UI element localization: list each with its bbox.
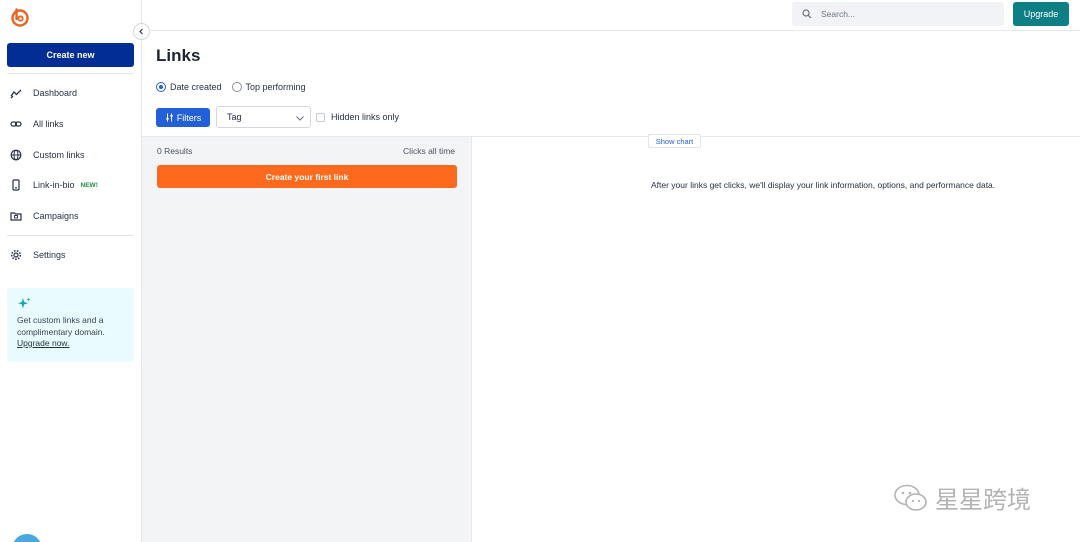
radio-date-created[interactable] <box>156 82 166 92</box>
sidebar-item-label: All links <box>33 119 64 129</box>
top-bar: Search... Upgrade <box>142 0 1080 31</box>
hidden-links-checkbox[interactable] <box>316 112 325 122</box>
promo-text: Get custom links and a complimentary dom… <box>17 315 105 337</box>
sidebar-divider <box>7 73 134 74</box>
folder-icon <box>10 212 22 221</box>
help-chat-bubble[interactable] <box>12 534 42 542</box>
filters-button[interactable]: Filters <box>156 108 210 127</box>
sidebar-item-settings[interactable]: Settings <box>10 245 66 265</box>
sidebar-item-label: Custom links <box>33 150 85 160</box>
chart-line-icon <box>10 89 22 99</box>
sort-options: Date created Top performing <box>156 82 306 92</box>
sidebar-item-custom-links[interactable]: Custom links <box>10 145 85 165</box>
link-icon <box>10 121 22 127</box>
collapse-sidebar-button[interactable] <box>133 23 150 40</box>
results-count: 0 Results <box>157 146 193 156</box>
chevron-down-icon <box>296 116 304 121</box>
radio-label: Date created <box>170 82 222 92</box>
tag-select-value: Tag <box>227 112 242 122</box>
new-badge: NEW! <box>80 181 98 189</box>
sidebar-item-all-links[interactable]: All links <box>10 114 64 134</box>
sidebar-item-dashboard[interactable]: Dashboard <box>10 83 77 103</box>
show-chart-button[interactable]: Show chart <box>648 134 701 148</box>
page-title: Links <box>156 46 201 65</box>
sparkle-icon <box>18 297 31 309</box>
upgrade-promo-card: Get custom links and a complimentary dom… <box>7 288 134 362</box>
sidebar-item-label: Link-in-bio <box>33 180 75 190</box>
empty-state-message: After your links get clicks, we'll displ… <box>651 180 996 190</box>
globe-icon <box>10 149 22 161</box>
search-icon <box>802 9 812 19</box>
wechat-icon <box>894 484 927 511</box>
sidebar-item-label: Campaigns <box>33 211 79 221</box>
search-input[interactable]: Search... <box>792 2 1004 26</box>
create-new-button[interactable]: Create new <box>7 43 134 67</box>
sidebar-item-label: Settings <box>33 250 66 260</box>
bitly-logo-icon[interactable] <box>10 7 30 27</box>
watermark: 星星跨境 <box>893 480 1031 515</box>
sidebar-item-campaigns[interactable]: Campaigns <box>10 206 79 226</box>
radio-top-performing[interactable] <box>231 82 242 92</box>
chevron-left-icon <box>139 28 143 35</box>
tag-select[interactable]: Tag <box>216 106 311 128</box>
radio-label: Top performing <box>245 82 306 92</box>
hidden-links-toggle[interactable]: Hidden links only <box>316 112 399 122</box>
upgrade-button[interactable]: Upgrade <box>1013 2 1069 26</box>
filters-label: Filters <box>176 112 202 123</box>
search-placeholder: Search... <box>821 9 856 19</box>
clicks-sort-label[interactable]: Clicks all time <box>403 146 455 156</box>
gear-icon <box>10 249 22 261</box>
hidden-links-label: Hidden links only <box>331 112 400 122</box>
sidebar-item-label: Dashboard <box>33 88 78 98</box>
sidebar-divider <box>7 235 134 236</box>
sidebar-item-link-in-bio[interactable]: Link-in-bio NEW! <box>10 175 98 195</box>
sliders-icon <box>166 113 173 122</box>
links-list-panel: 0 Results Clicks all time Create your fi… <box>142 137 472 542</box>
create-first-link-button[interactable]: Create your first link <box>157 165 457 188</box>
sidebar: Create new Dashboard All links Custom li… <box>0 0 142 542</box>
upgrade-now-link[interactable]: Upgrade now. <box>17 338 69 348</box>
phone-icon <box>12 179 20 191</box>
watermark-text: 星星跨境 <box>935 486 1031 514</box>
